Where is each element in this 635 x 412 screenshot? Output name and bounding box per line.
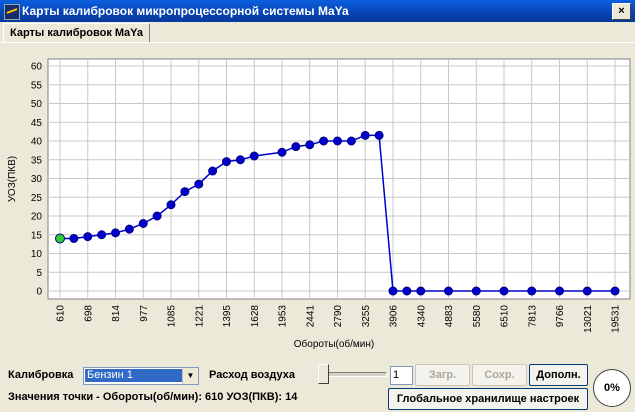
- data-point[interactable]: [333, 136, 342, 146]
- application-window: Карты калибровок микропроцессорной систе…: [0, 0, 635, 412]
- x-tick-label: 19531: [611, 305, 622, 333]
- calibration-select-value: Бензин 1: [85, 369, 182, 382]
- x-tick-label: 1395: [222, 305, 233, 328]
- y-tick-label: 60: [31, 62, 43, 73]
- calibration-select[interactable]: Бензин 1 ▼: [83, 367, 199, 385]
- x-tick-label: 698: [83, 305, 94, 322]
- calibration-label: Калибровка: [8, 369, 74, 381]
- data-point[interactable]: [55, 233, 65, 244]
- x-tick-label: 1085: [167, 305, 178, 328]
- data-point[interactable]: [249, 151, 259, 161]
- y-tick-label: 50: [31, 99, 43, 110]
- data-point[interactable]: [69, 234, 79, 243]
- x-tick-label: 5580: [472, 305, 483, 328]
- y-tick-label: 25: [31, 193, 43, 204]
- airflow-label: Расход воздуха: [209, 369, 296, 381]
- point-values-status: Значения точки - Обороты(об/мин): 610 УО…: [8, 391, 298, 403]
- x-tick-label: 4340: [416, 305, 427, 328]
- data-point[interactable]: [291, 142, 301, 152]
- data-point[interactable]: [138, 219, 148, 228]
- chevron-down-icon[interactable]: ▼: [182, 368, 198, 384]
- x-tick-label: 1953: [278, 305, 289, 328]
- y-axis-ticks: 0 5 10 15 20 25 30 35 40 45 50 55 60: [31, 62, 43, 298]
- data-point[interactable]: [402, 286, 412, 296]
- y-tick-label: 40: [31, 137, 43, 148]
- data-point[interactable]: [346, 136, 356, 146]
- y-tick-label: 10: [31, 249, 43, 260]
- save-button[interactable]: Сохр.: [472, 364, 527, 386]
- data-point[interactable]: [83, 232, 93, 242]
- x-tick-label: 3906: [389, 305, 400, 328]
- data-point[interactable]: [97, 230, 107, 240]
- x-tick-label: 3255: [361, 305, 372, 328]
- data-point[interactable]: [180, 187, 190, 197]
- x-tick-label: 1221: [194, 305, 205, 328]
- airflow-slider-track[interactable]: [321, 372, 387, 377]
- y-tick-label: 55: [31, 80, 43, 91]
- data-point[interactable]: [319, 136, 329, 146]
- extra-button[interactable]: Дополн.: [529, 364, 588, 386]
- data-point[interactable]: [582, 286, 592, 296]
- airflow-value-field[interactable]: 1: [390, 366, 413, 385]
- data-point[interactable]: [277, 147, 287, 157]
- y-tick-label: 0: [36, 287, 42, 298]
- title-bar[interactable]: Карты калибровок микропроцессорной систе…: [0, 0, 635, 22]
- y-tick-label: 5: [36, 268, 42, 279]
- data-point[interactable]: [166, 200, 176, 210]
- window-title: Карты калибровок микропроцессорной систе…: [22, 4, 349, 18]
- global-storage-button[interactable]: Глобальное хранилище настроек: [388, 388, 588, 410]
- tab-strip: Карты калибровок MaYa: [0, 22, 635, 43]
- data-point[interactable]: [527, 286, 537, 296]
- data-point[interactable]: [444, 286, 453, 296]
- y-tick-label: 30: [31, 174, 43, 185]
- x-tick-label: 6510: [500, 305, 511, 328]
- data-point[interactable]: [471, 286, 481, 296]
- chart-panel: 0 5 10 15 20 25 30 35 40 45 50 55 60 610 698 814 977 108…: [2, 44, 633, 355]
- data-point[interactable]: [388, 286, 398, 296]
- data-point[interactable]: [235, 155, 245, 165]
- y-axis-label: УОЗ(ПКВ): [7, 156, 18, 202]
- y-tick-label: 35: [31, 155, 43, 166]
- data-point[interactable]: [360, 130, 370, 140]
- data-point[interactable]: [152, 211, 162, 221]
- x-tick-label: 7813: [527, 305, 538, 328]
- y-tick-label: 20: [31, 212, 43, 223]
- x-tick-label: 9766: [555, 305, 566, 328]
- airflow-slider-thumb[interactable]: [318, 364, 329, 384]
- tab-calibration-maps[interactable]: Карты калибровок MaYa: [3, 23, 151, 43]
- x-tick-label: 13021: [583, 305, 594, 333]
- data-point[interactable]: [416, 286, 426, 296]
- load-button[interactable]: Загр.: [415, 364, 470, 386]
- data-point[interactable]: [610, 286, 620, 296]
- x-tick-label: 1628: [250, 305, 261, 328]
- data-point[interactable]: [374, 130, 384, 140]
- y-tick-label: 15: [31, 230, 43, 241]
- x-tick-label: 977: [139, 305, 150, 322]
- data-point[interactable]: [208, 166, 218, 176]
- x-axis-label: Обороты(об/мин): [294, 338, 374, 350]
- x-tick-label: 610: [56, 305, 67, 322]
- data-point[interactable]: [555, 286, 564, 296]
- x-tick-label: 4883: [444, 305, 455, 328]
- app-icon: [4, 4, 20, 20]
- close-button[interactable]: ×: [612, 3, 631, 20]
- data-point[interactable]: [111, 228, 120, 238]
- data-point[interactable]: [499, 286, 509, 296]
- calibration-chart[interactable]: 0 5 10 15 20 25 30 35 40 45 50 55 60 610 698 814 977 108…: [2, 44, 633, 355]
- x-tick-label: 2790: [333, 305, 344, 328]
- data-point[interactable]: [305, 140, 315, 150]
- x-tick-label: 814: [111, 305, 122, 322]
- x-axis-ticks: 610 698 814 977 1085 1221 1395 1628 1953 2441 2790…: [56, 305, 622, 333]
- y-tick-label: 45: [31, 118, 43, 129]
- progress-indicator: 0%: [593, 369, 631, 407]
- data-point[interactable]: [194, 179, 204, 189]
- data-point[interactable]: [124, 224, 134, 234]
- data-point[interactable]: [222, 157, 231, 167]
- tab-divider: [0, 42, 635, 43]
- x-tick-label: 2441: [305, 305, 316, 328]
